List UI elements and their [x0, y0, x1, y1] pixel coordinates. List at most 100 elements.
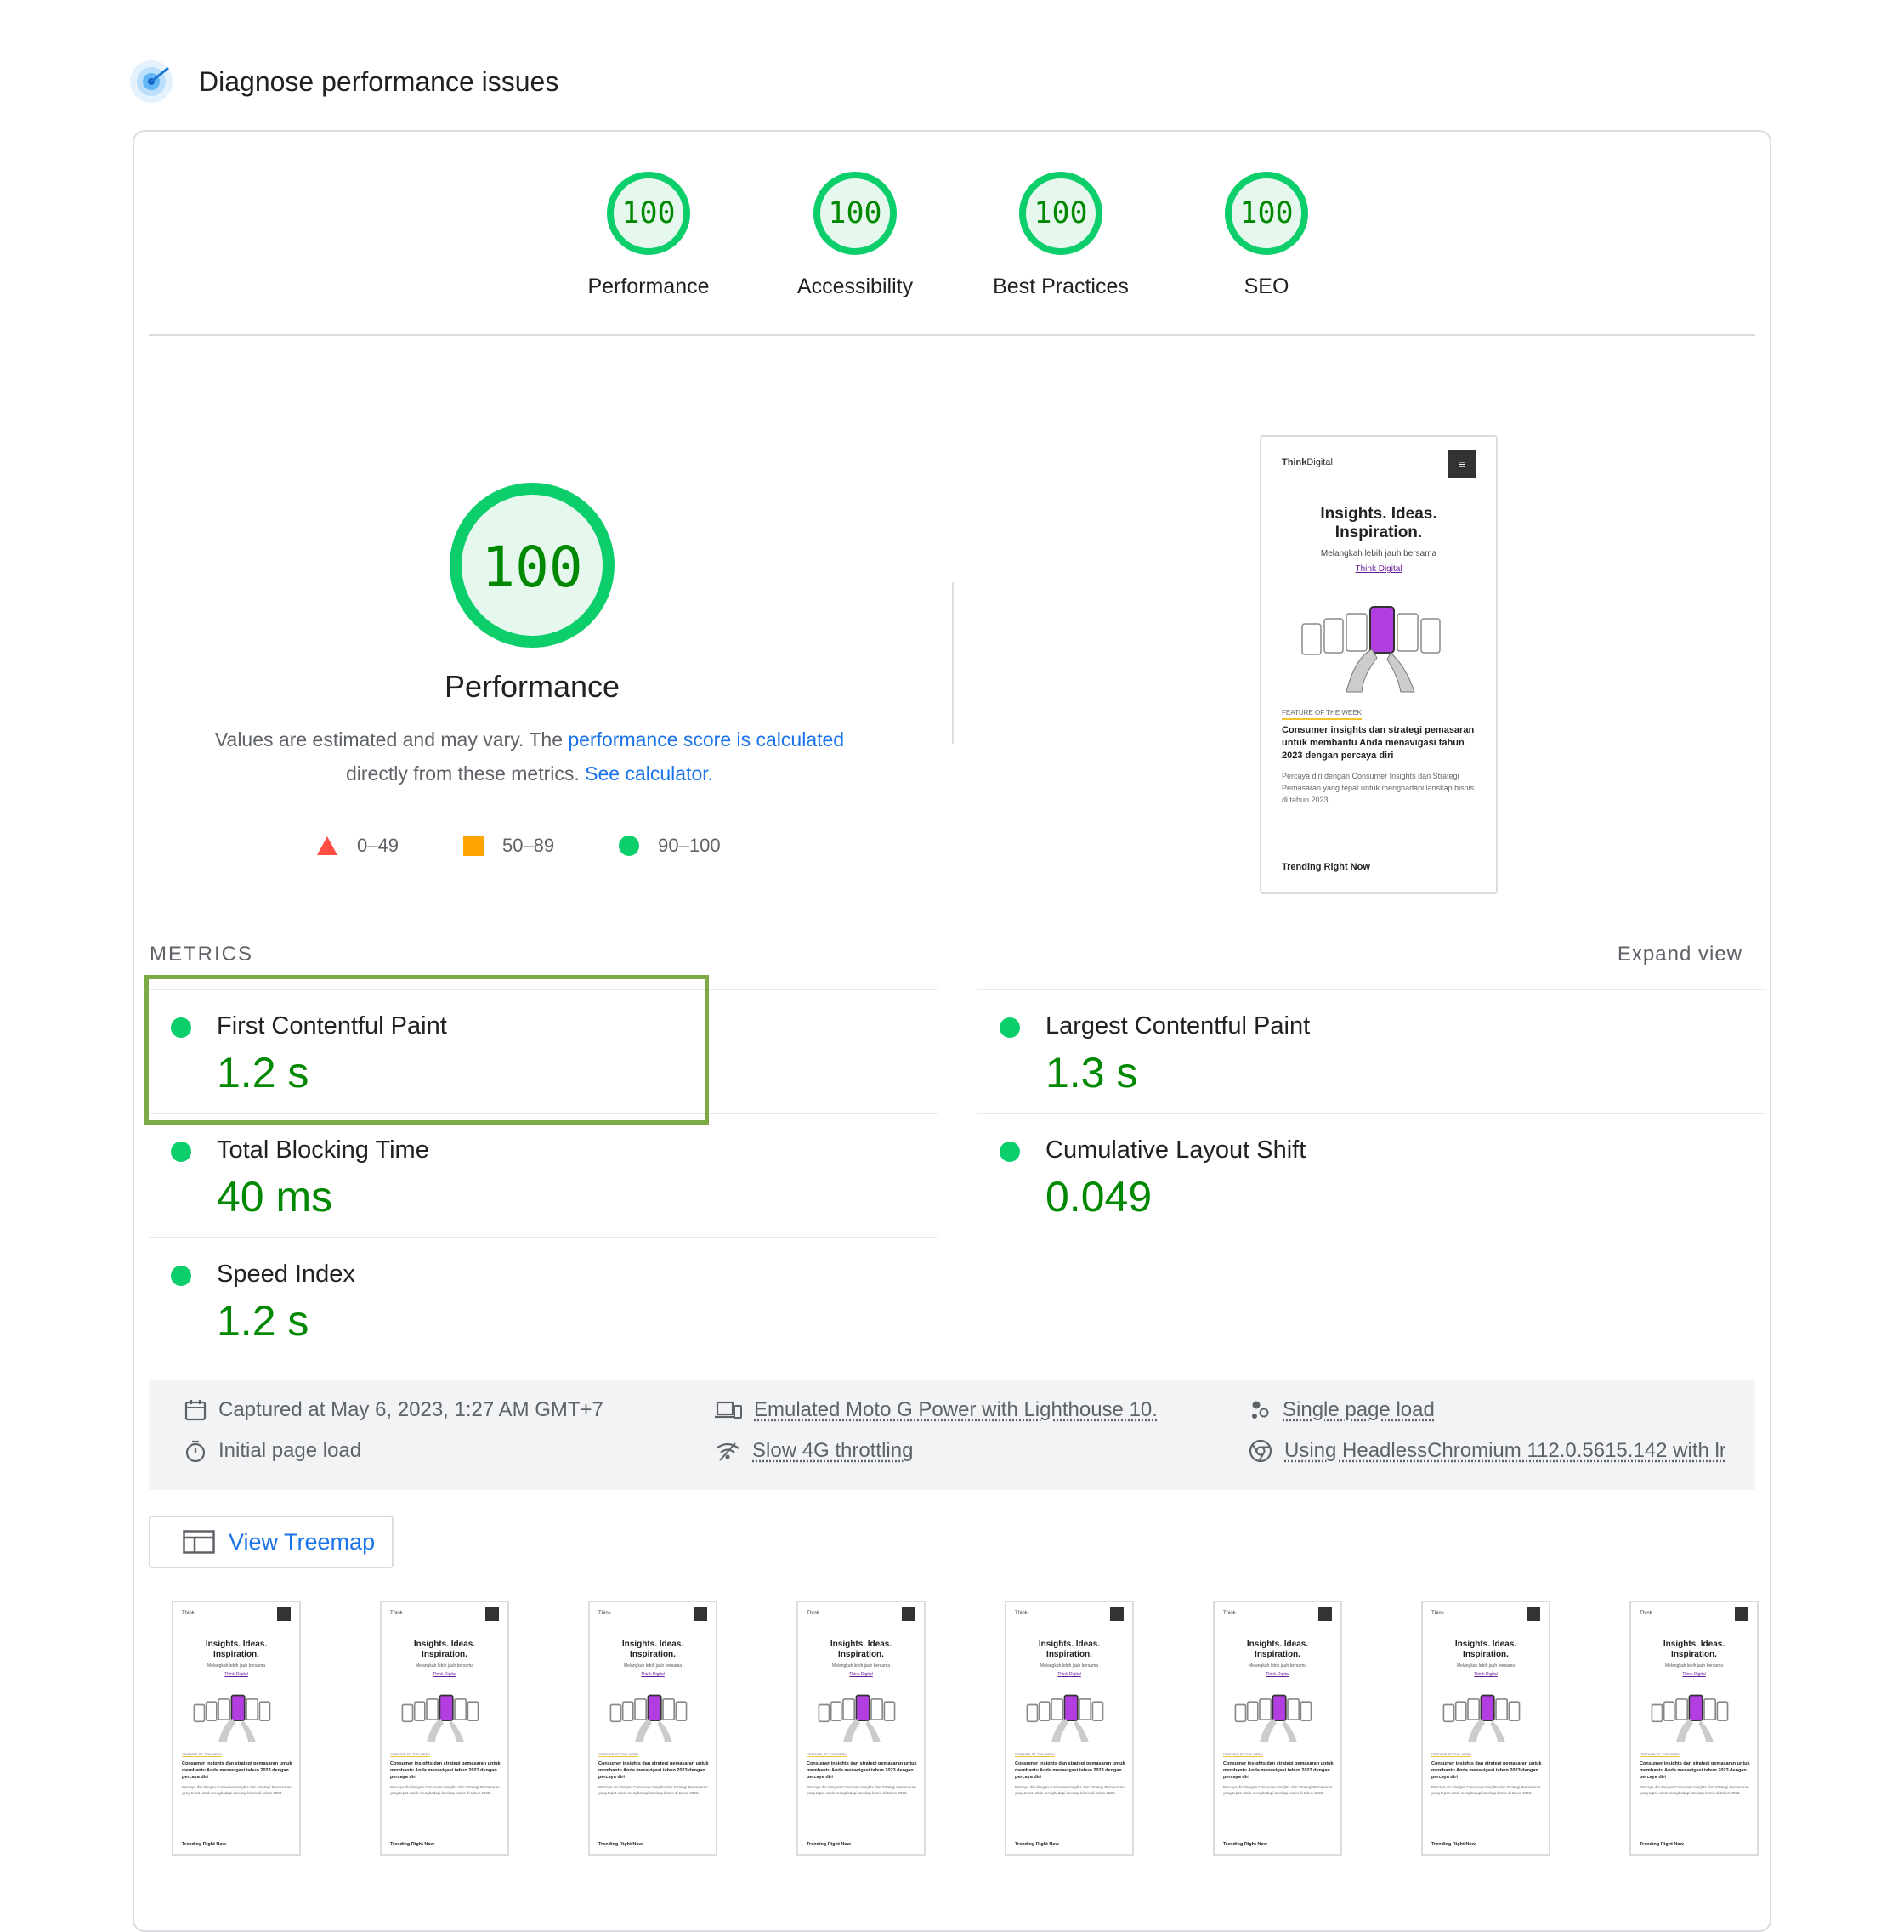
frame-brand: Think: [807, 1611, 819, 1616]
phones-illustration-icon: [609, 1694, 688, 1742]
frame-sublink: Think Digital: [1474, 1672, 1498, 1677]
lighthouse-icon: [130, 60, 173, 103]
square-icon: [462, 836, 484, 856]
frame-sublink: Think Digital: [224, 1672, 248, 1677]
frame-subtitle: Melangkah lebih jauh bersama: [1248, 1663, 1307, 1669]
screenshot-trending: Trending Right Now: [1282, 862, 1370, 872]
view-treemap-button[interactable]: View Treemap: [149, 1516, 394, 1568]
phones-illustration-icon: [1301, 606, 1441, 693]
metric-title: Total Blocking Time: [217, 1136, 429, 1164]
metric-value: 40 ms: [217, 1173, 333, 1221]
frame-trending: Trending Right Now: [807, 1842, 851, 1847]
triangle-icon: [317, 836, 337, 855]
frame-headline: Insights. Ideas. Inspiration.: [1246, 1640, 1309, 1659]
frame-article: Consumer insights dan strategi pemasaran…: [182, 1761, 292, 1780]
frame-article: Consumer insights dan strategi pemasaran…: [598, 1761, 709, 1780]
frame-brand: Think: [1223, 1611, 1236, 1616]
legend-range: 90–100: [658, 835, 721, 856]
treemap-label: View Treemap: [229, 1528, 376, 1555]
legend-fail: 0–49: [316, 835, 399, 857]
frame-headline: Insights. Ideas. Inspiration.: [205, 1640, 268, 1659]
phones-illustration-icon: [1651, 1694, 1729, 1742]
info-device[interactable]: Emulated Moto G Power with Lighthouse 10…: [715, 1398, 1157, 1422]
hamburger-menu-icon: [1527, 1607, 1540, 1621]
metric-value: 0.049: [1046, 1173, 1153, 1221]
users-icon: [1252, 1401, 1269, 1419]
gauge-accessibility[interactable]: 100 Accessibility: [762, 171, 949, 299]
frame-body: Percaya diri dengan Consumer Insights da…: [598, 1785, 708, 1795]
vertical-divider: [952, 582, 954, 744]
pass-circle-icon: [171, 1142, 191, 1162]
frame-sublink: Think Digital: [1057, 1672, 1081, 1677]
final-screenshot[interactable]: ThinkDigital ≡ Insights. Ideas. Inspirati…: [1260, 435, 1498, 894]
frame-article: Consumer insights dan strategi pemasaran…: [1431, 1761, 1542, 1780]
gauge-label: SEO: [1244, 275, 1289, 298]
timer-icon: [185, 1440, 206, 1462]
gauge-best-practices[interactable]: 100 Best Practices: [967, 171, 1154, 299]
expand-view-button[interactable]: Expand view: [1618, 943, 1742, 966]
frame-sublink: Think Digital: [433, 1672, 456, 1677]
legend-pass: 90–100: [619, 835, 721, 857]
gauge-label: Accessibility: [796, 275, 914, 298]
score-legend: 0–49 50–89 90–100: [316, 829, 785, 863]
frame-article: Consumer insights dan strategi pemasaran…: [1223, 1761, 1334, 1780]
frame-article: Consumer insights dan strategi pemasaran…: [807, 1761, 917, 1780]
frame-brand: Think: [598, 1611, 611, 1616]
hamburger-menu-icon: [1735, 1607, 1748, 1621]
info-text: Using HeadlessChromium 112.0.5615.142 wi…: [1284, 1439, 1725, 1462]
screenshot-subtitle: Melangkah lebih jauh bersama: [1320, 549, 1437, 558]
filmstrip-frame[interactable]: Think Insights. Ideas. Inspiration. Melan…: [588, 1601, 717, 1856]
frame-feature: FEATURE OF THE WEEK: [1015, 1752, 1055, 1757]
filmstrip-frame[interactable]: Think Insights. Ideas. Inspiration. Melan…: [1421, 1601, 1550, 1856]
filmstrip-frame[interactable]: Think Insights. Ideas. Inspiration. Melan…: [1005, 1601, 1134, 1856]
frame-subtitle: Melangkah lebih jauh bersama: [207, 1663, 266, 1669]
metric-total-blocking-time: Total Blocking Time 40 ms: [149, 1113, 938, 1237]
desc-text-2: directly from these metrics.: [345, 762, 586, 785]
gauge-score: 100: [1034, 196, 1088, 230]
pass-circle-icon: [1000, 1017, 1020, 1038]
hamburger-menu-icon: [902, 1607, 915, 1621]
frame-headline: Insights. Ideas. Inspiration.: [1038, 1640, 1101, 1659]
screenshot-sublink: Think Digital: [1355, 564, 1402, 574]
score-calculated-link[interactable]: performance score is calculated: [568, 728, 844, 751]
info-single-load[interactable]: Single page load: [1249, 1398, 1435, 1422]
info-text: Initial page load: [218, 1439, 362, 1462]
frame-headline: Insights. Ideas. Inspiration.: [830, 1640, 892, 1659]
frame-article: Consumer insights dan strategi pemasaran…: [390, 1761, 501, 1780]
hamburger-menu-icon: [277, 1607, 291, 1621]
hamburger-menu-icon: [1318, 1607, 1332, 1621]
frame-body: Percaya diri dengan Consumer Insights da…: [1431, 1785, 1541, 1795]
info-browser[interactable]: Using HeadlessChromium 112.0.5615.142 wi…: [1249, 1439, 1725, 1463]
frame-subtitle: Melangkah lebih jauh bersama: [415, 1663, 474, 1669]
hamburger-menu-icon: [694, 1607, 707, 1621]
frame-brand: Think: [1431, 1611, 1444, 1616]
frame-trending: Trending Right Now: [598, 1842, 643, 1847]
frame-subtitle: Melangkah lebih jauh bersama: [1040, 1663, 1099, 1669]
info-throttling[interactable]: Slow 4G throttling: [715, 1439, 913, 1463]
runtime-settings: Captured at May 6, 2023, 1:27 AM GMT+7 I…: [149, 1380, 1755, 1490]
pass-circle-icon: [171, 1266, 191, 1286]
gauge-performance[interactable]: 100 Performance: [555, 171, 742, 299]
frame-article: Consumer insights dan strategi pemasaran…: [1640, 1761, 1750, 1780]
frame-feature: FEATURE OF THE WEEK: [1431, 1752, 1471, 1757]
see-calculator-link[interactable]: See calculator.: [585, 762, 713, 785]
divider: [978, 1113, 1766, 1114]
frame-subtitle: Melangkah lebih jauh bersama: [831, 1663, 891, 1669]
filmstrip-frame[interactable]: Think Insights. Ideas. Inspiration. Melan…: [796, 1601, 926, 1856]
frame-feature: FEATURE OF THE WEEK: [598, 1752, 638, 1757]
gauge-score: 100: [828, 196, 882, 230]
divider: [978, 989, 1766, 990]
legend-range: 50–89: [502, 835, 555, 856]
info-text: Emulated Moto G Power with Lighthouse 10…: [754, 1398, 1157, 1421]
frame-headline: Insights. Ideas. Inspiration.: [1454, 1640, 1517, 1659]
filmstrip-frame[interactable]: Think Insights. Ideas. Inspiration. Melan…: [1629, 1601, 1759, 1856]
phones-illustration-icon: [193, 1694, 271, 1742]
frame-body: Percaya diri dengan Consumer Insights da…: [1223, 1785, 1333, 1795]
filmstrip-frame[interactable]: Think Insights. Ideas. Inspiration. Melan…: [380, 1601, 509, 1856]
frame-body: Percaya diri dengan Consumer Insights da…: [182, 1785, 292, 1795]
section-title: Diagnose performance issues: [199, 65, 559, 97]
filmstrip-frame[interactable]: Think Insights. Ideas. Inspiration. Melan…: [172, 1601, 301, 1856]
filmstrip-frame[interactable]: Think Insights. Ideas. Inspiration. Melan…: [1213, 1601, 1342, 1856]
screenshot-article-body: Percaya diri dengan Consumer Insights da…: [1282, 772, 1475, 804]
gauge-seo[interactable]: 100 SEO: [1173, 171, 1360, 299]
